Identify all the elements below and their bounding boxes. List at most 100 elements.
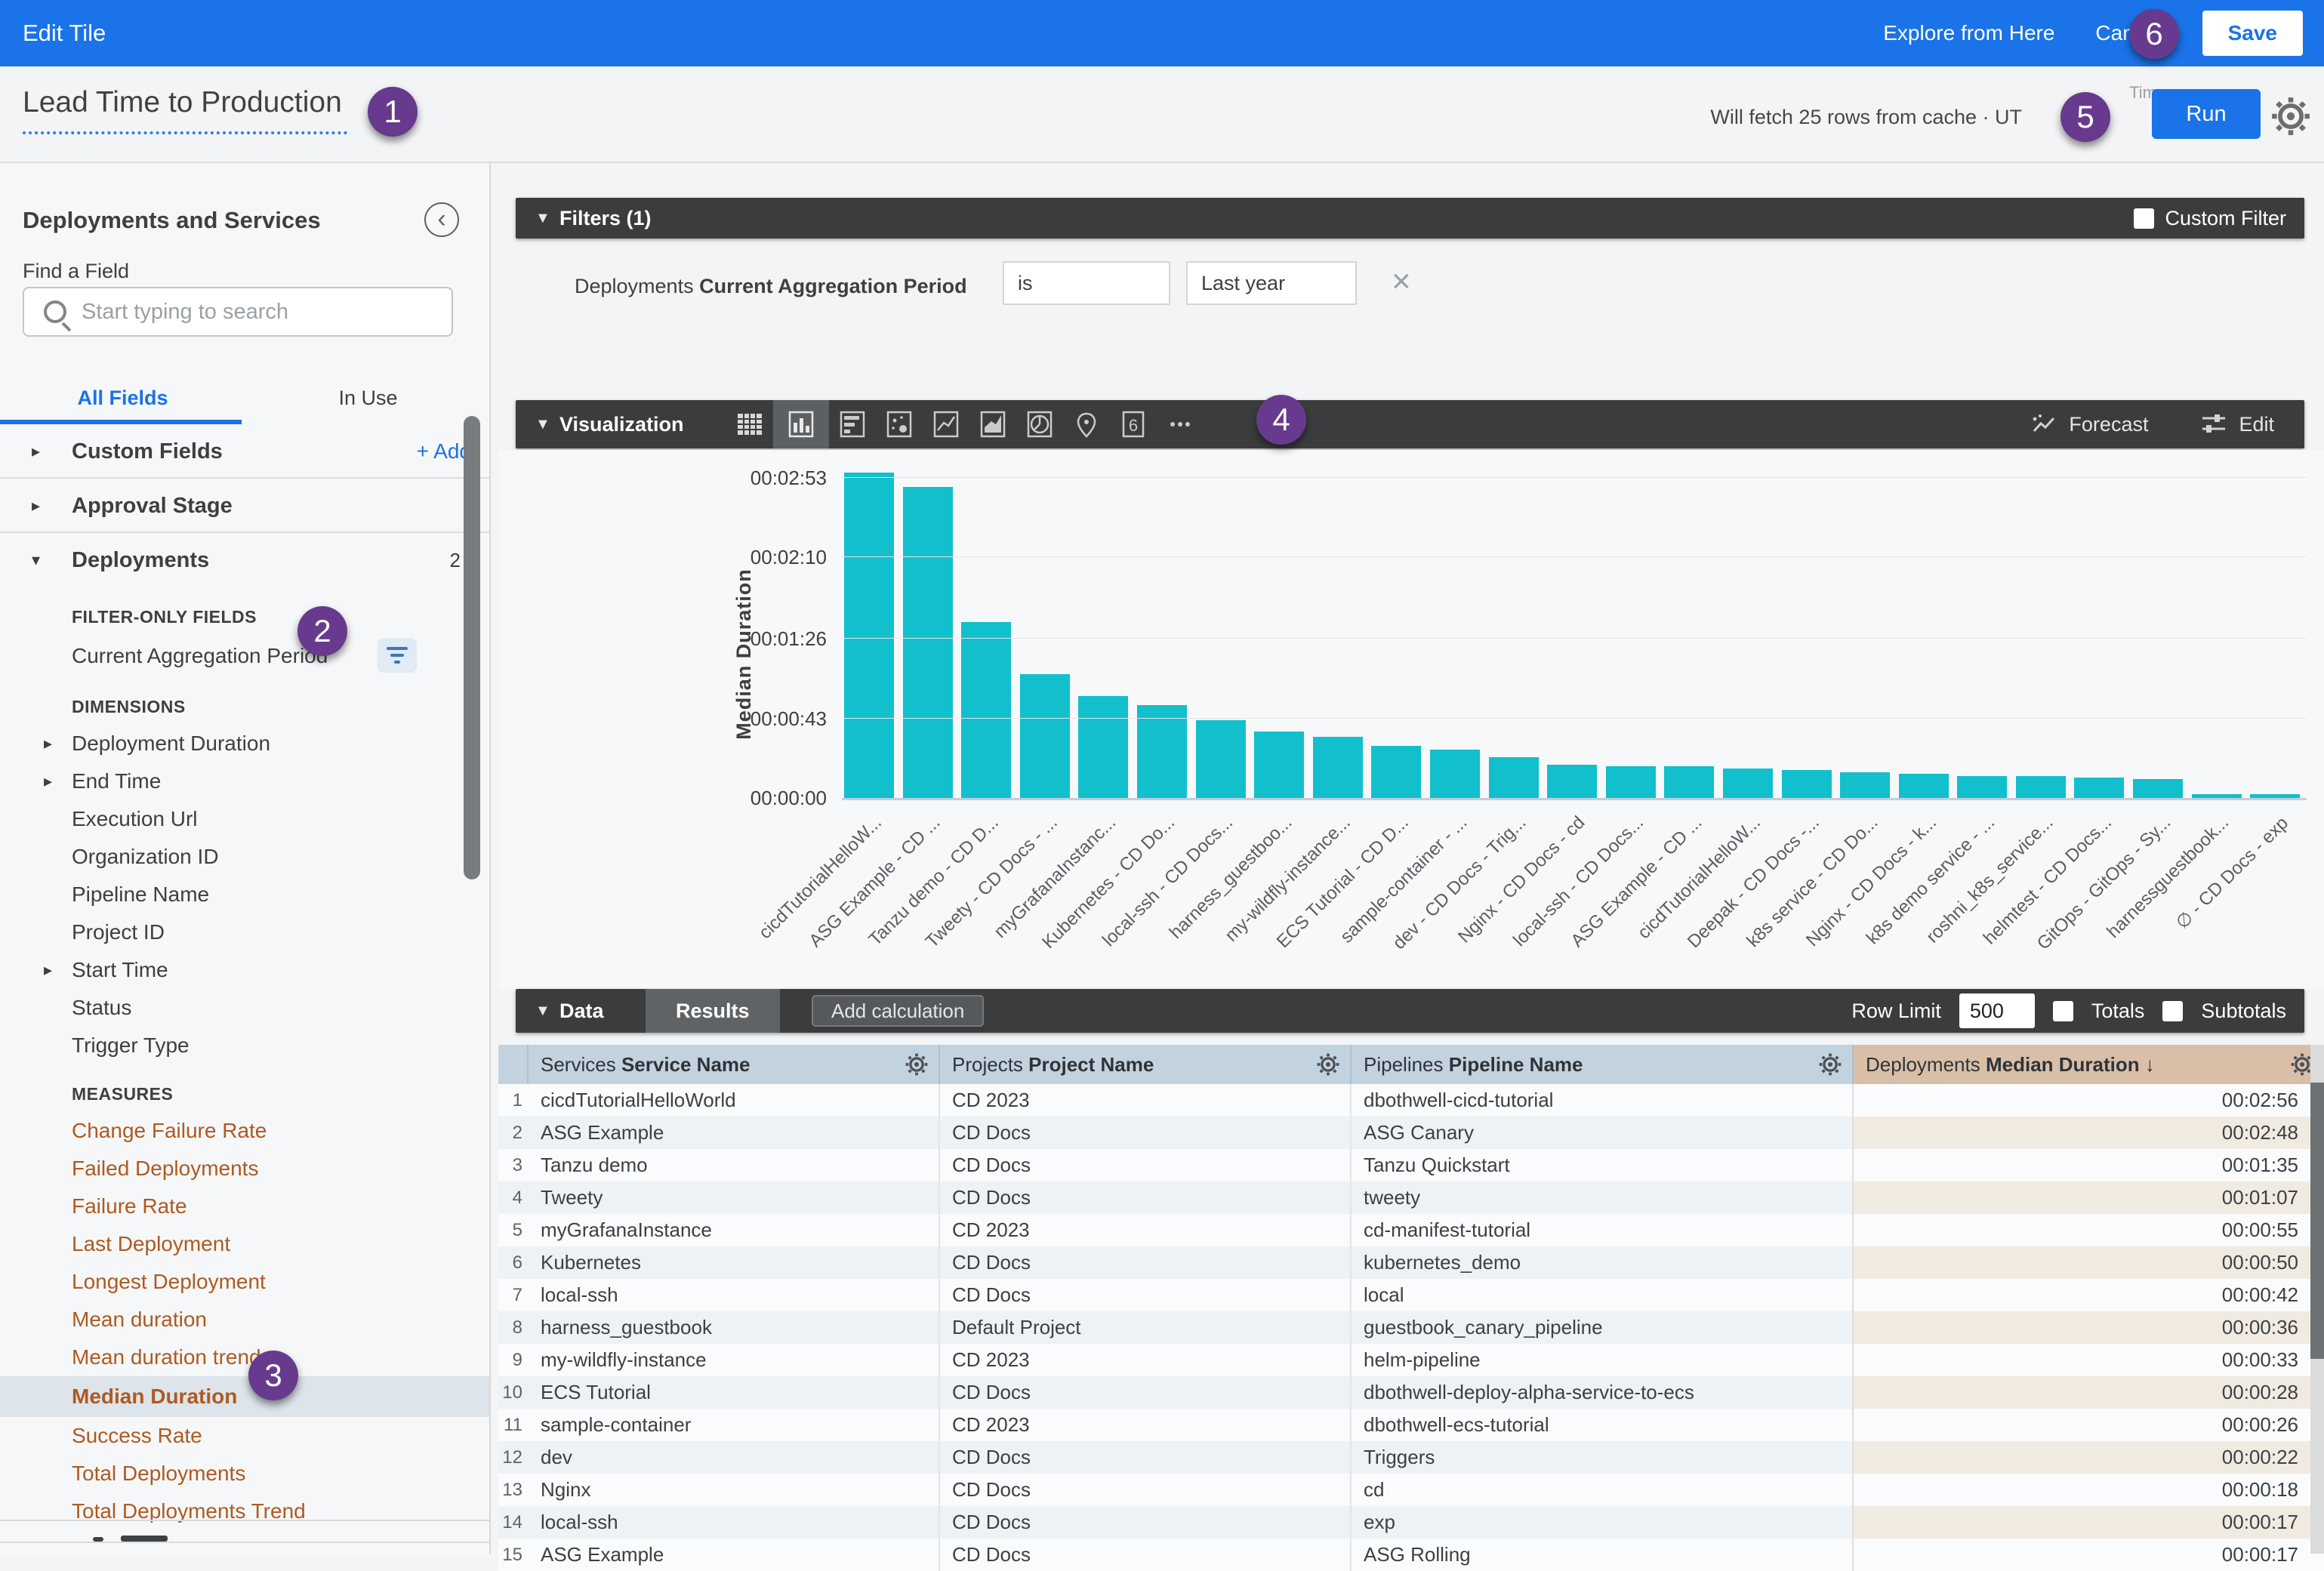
bar-kubernetes-cd-do[interactable]: [1137, 705, 1187, 798]
tile-title-input[interactable]: Lead Time to Production: [23, 86, 347, 134]
gear-icon[interactable]: [2271, 97, 2310, 136]
column-header-pipeline-name[interactable]: Pipelines Pipeline Name: [1352, 1045, 1854, 1084]
sidebar-item-failed-deployments[interactable]: Failed Deployments: [0, 1150, 491, 1187]
bar-harness-guestboo[interactable]: [1254, 732, 1304, 798]
bar-ecs-tutorial-cd-d[interactable]: [1371, 746, 1421, 798]
bar-k8s-demo-service[interactable]: [1957, 776, 2007, 798]
sidebar-item-pipeline-name[interactable]: Pipeline Name: [0, 876, 491, 913]
bar-deepak-cd-docs[interactable]: [1782, 770, 1832, 798]
filter-value-input[interactable]: Last year: [1186, 261, 1357, 305]
sidebar-item-execution-url[interactable]: Execution Url: [0, 800, 491, 838]
table-row[interactable]: 9my-wildfly-instanceCD 2023helm-pipeline…: [498, 1344, 2324, 1376]
bar-asg-example-cd[interactable]: [903, 487, 953, 798]
bar-roshni-k8s-service[interactable]: [2016, 776, 2066, 798]
sidebar-item-longest-deployment[interactable]: Longest Deployment: [0, 1263, 491, 1301]
bar-sample-container[interactable]: [1430, 750, 1480, 798]
bar-nginx-cd-docs-k[interactable]: [1899, 774, 1949, 798]
custom-filter-checkbox[interactable]: [2134, 208, 2154, 229]
sidebar-item-mean-duration[interactable]: Mean duration: [0, 1301, 491, 1338]
table-row[interactable]: 15ASG ExampleCD DocsASG Rolling00:00:17: [498, 1539, 2324, 1571]
sidebar-item-total-deployments-trend[interactable]: Total Deployments Trend: [0, 1492, 491, 1530]
table-row[interactable]: 6KubernetesCD Docskubernetes_demo00:00:5…: [498, 1246, 2324, 1279]
add-calculation-button[interactable]: Add calculation: [812, 995, 984, 1027]
section-collapse-caret[interactable]: ▼: [535, 210, 550, 227]
bar-tweety-cd-docs[interactable]: [1020, 674, 1070, 798]
chevron-right-icon[interactable]: ▸: [32, 424, 40, 479]
totals-checkbox[interactable]: [2053, 1001, 2073, 1021]
sidebar-group-custom-fields[interactable]: ▸ Custom Fields + Add: [0, 424, 491, 479]
sidebar-item-current-aggregation-period[interactable]: Current Aggregation Period: [0, 635, 491, 677]
table-row[interactable]: 1cicdTutorialHelloWorldCD 2023dbothwell-…: [498, 1084, 2324, 1117]
pie-chart-icon[interactable]: [1016, 400, 1063, 448]
bar-local-ssh-cd-docs[interactable]: [1196, 720, 1246, 798]
table-row[interactable]: 8harness_guestbookDefault Projectguestbo…: [498, 1311, 2324, 1344]
gear-icon[interactable]: [1317, 1053, 1339, 1076]
sidebar-item-last-deployment[interactable]: Last Deployment: [0, 1225, 491, 1263]
table-row[interactable]: 13NginxCD Docscd00:00:18: [498, 1474, 2324, 1506]
sidebar-item-failure-rate[interactable]: Failure Rate: [0, 1187, 491, 1225]
tab-results[interactable]: Results: [646, 989, 780, 1033]
gear-icon[interactable]: [1819, 1053, 1842, 1076]
explore-from-here-link[interactable]: Explore from Here: [1883, 21, 2054, 45]
collapse-sidebar-button[interactable]: ‹: [424, 202, 459, 237]
sidebar-item-success-rate[interactable]: Success Rate: [0, 1417, 491, 1455]
save-button[interactable]: Save: [2202, 11, 2303, 56]
column-header-project-name[interactable]: Projects Project Name: [940, 1045, 1352, 1084]
filter-operator-select[interactable]: is: [1003, 261, 1170, 305]
chevron-right-icon[interactable]: ▸: [44, 951, 52, 989]
remove-filter-icon[interactable]: ×: [1392, 263, 1411, 300]
table-row[interactable]: 2ASG ExampleCD DocsASG Canary00:02:48: [498, 1117, 2324, 1149]
bar-gitops-gitops-sy[interactable]: [2133, 779, 2183, 798]
sidebar-item-status[interactable]: Status: [0, 989, 491, 1027]
chevron-right-icon[interactable]: ▸: [32, 479, 40, 533]
map-pin-icon[interactable]: [1063, 400, 1110, 448]
sidebar-item-project-id[interactable]: Project ID: [0, 913, 491, 951]
edit-visualization-button[interactable]: Edit: [2201, 413, 2274, 436]
sidebar-item-median-duration[interactable]: Median Duration: [0, 1376, 491, 1417]
table-row[interactable]: 3Tanzu demoCD DocsTanzu Quickstart00:01:…: [498, 1149, 2324, 1181]
sidebar-item-mean-duration-trend[interactable]: Mean duration trend: [0, 1338, 491, 1376]
tab-all-fields[interactable]: All Fields: [0, 373, 245, 424]
scatter-icon[interactable]: [876, 400, 923, 448]
column-header-service-name[interactable]: Services Service Name: [529, 1045, 940, 1084]
table-row[interactable]: 14local-sshCD Docsexp00:00:17: [498, 1506, 2324, 1539]
column-header-median-duration[interactable]: Deployments Median Duration ↓: [1854, 1045, 2324, 1084]
table-row[interactable]: 7local-sshCD Docslocal00:00:42: [498, 1279, 2324, 1311]
table-row[interactable]: 11sample-containerCD 2023dbothwell-ecs-t…: [498, 1409, 2324, 1441]
sidebar-item-organization-id[interactable]: Organization ID: [0, 838, 491, 876]
sidebar-item-deployment-duration[interactable]: ▸Deployment Duration: [0, 725, 491, 762]
field-search-box[interactable]: [23, 287, 453, 337]
chevron-right-icon[interactable]: ▸: [44, 762, 52, 800]
bar-cicdtutorialhellow[interactable]: [1723, 769, 1773, 798]
more-icon[interactable]: [1157, 400, 1204, 448]
bar-dev-cd-docs-trig[interactable]: [1489, 757, 1539, 798]
sidebar-item-start-time[interactable]: ▸Start Time: [0, 951, 491, 989]
section-collapse-caret[interactable]: ▼: [535, 1003, 550, 1020]
forecast-button[interactable]: Forecast: [2031, 413, 2148, 436]
bar-my-wildfly-instance[interactable]: [1313, 737, 1363, 798]
bar-tanzu-demo-cd-d[interactable]: [961, 622, 1011, 798]
chevron-right-icon[interactable]: ▸: [44, 725, 52, 762]
sidebar-group-approval-stage[interactable]: ▸ Approval Stage: [0, 479, 491, 533]
bar-mygrafanainstanc[interactable]: [1078, 696, 1128, 798]
bar-helmtest-cd-docs[interactable]: [2074, 778, 2124, 798]
sidebar-item-end-time[interactable]: ▸End Time: [0, 762, 491, 800]
row-limit-input[interactable]: [1959, 993, 2035, 1028]
chevron-down-icon[interactable]: ▾: [32, 533, 40, 587]
bar-cicdtutorialhellow[interactable]: [844, 473, 894, 798]
search-input[interactable]: [82, 300, 444, 325]
tab-in-use[interactable]: In Use: [245, 373, 491, 424]
column-chart-icon[interactable]: [773, 400, 829, 448]
sidebar-item-trigger-type[interactable]: Trigger Type: [0, 1027, 491, 1064]
subtotals-checkbox[interactable]: [2162, 1001, 2183, 1021]
bar-k8s-service-cd-do[interactable]: [1840, 772, 1890, 798]
bar-nginx-cd-docs-cd[interactable]: [1547, 765, 1597, 798]
run-button[interactable]: Run: [2152, 89, 2261, 139]
single-value-icon[interactable]: 6: [1110, 400, 1157, 448]
area-chart-icon[interactable]: [969, 400, 1016, 448]
gear-icon[interactable]: [905, 1053, 928, 1076]
line-chart-icon[interactable]: [923, 400, 969, 448]
bar-local-ssh-cd-docs[interactable]: [1606, 766, 1656, 798]
sidebar-item-change-failure-rate[interactable]: Change Failure Rate: [0, 1112, 491, 1150]
bar-chart-icon[interactable]: [829, 400, 876, 448]
